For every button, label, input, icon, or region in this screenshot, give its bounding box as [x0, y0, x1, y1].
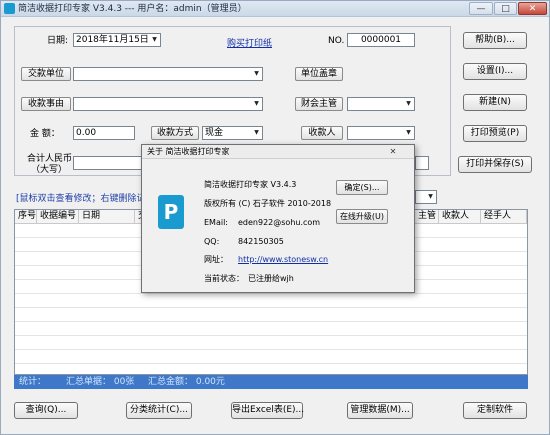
- close-button[interactable]: ✕: [518, 2, 547, 15]
- receipt-number-value: 0000001: [360, 35, 402, 45]
- about-email: eden922@sohu.com: [238, 218, 321, 227]
- handler-combo[interactable]: [415, 156, 429, 170]
- receiver-button[interactable]: 收款人: [301, 126, 343, 140]
- payer-button[interactable]: 交款单位: [21, 67, 71, 81]
- date-value: 2018年11月15日: [76, 35, 149, 45]
- summary-bar: 统计： 汇总单据： 00张 汇总金额： 0.00元: [14, 375, 528, 389]
- payment-method-value: 现金: [205, 128, 224, 138]
- query-button[interactable]: 查询(Q)...: [14, 402, 78, 419]
- chevron-down-icon: ▼: [406, 129, 411, 136]
- maximize-button[interactable]: □: [494, 2, 517, 15]
- chevron-down-icon: ▼: [254, 129, 259, 136]
- about-site-link[interactable]: http://www.stonesw.cn: [238, 255, 328, 265]
- title-bar[interactable]: 简洁收据打印专家 V3.4.3 --- 用户名：admin（管理员） — □ ✕: [1, 1, 549, 17]
- payer-combo[interactable]: ▼: [73, 67, 263, 81]
- payment-method-combo[interactable]: 现金 ▼: [202, 126, 263, 140]
- about-status-label: 当前状态：: [204, 274, 244, 283]
- amount-field[interactable]: 0.00: [73, 126, 135, 140]
- custom-software-button[interactable]: 定制软件: [463, 402, 527, 419]
- print-preview-button[interactable]: 打印预览(P): [463, 125, 527, 142]
- seal-button[interactable]: 单位盖章: [295, 67, 343, 81]
- about-copyright: 版权所有 (C) 石子软件 2010-2018: [204, 199, 332, 208]
- date-label: 日期:: [47, 36, 69, 46]
- main-window: 简洁收据打印专家 V3.4.3 --- 用户名：admin（管理员） — □ ✕…: [0, 0, 550, 435]
- chevron-down-icon: ▼: [152, 36, 157, 43]
- minimize-button[interactable]: —: [469, 2, 493, 15]
- about-ok-button[interactable]: 确定(S)...: [336, 180, 388, 195]
- about-qq: 842150305: [238, 237, 284, 246]
- about-upgrade-button[interactable]: 在线升级(U): [336, 209, 388, 224]
- amount-value: 0.00: [76, 128, 97, 138]
- about-dialog: 关于 简洁收据打印专家 ✕ P 简洁收据打印专家 V3.4.3 版权所有 (C)…: [141, 144, 415, 293]
- print-save-button[interactable]: 打印并保存(S): [458, 156, 532, 173]
- export-excel-button[interactable]: 导出Excel表(E)...: [231, 402, 304, 419]
- column-header-index[interactable]: 序号: [15, 210, 37, 224]
- about-close-button[interactable]: ✕: [377, 146, 409, 157]
- filter-combo[interactable]: ▼: [415, 190, 437, 204]
- about-site-label: 网址：: [204, 255, 228, 264]
- payment-method-button[interactable]: 收款方式: [151, 126, 199, 140]
- chevron-down-icon: ▼: [406, 100, 411, 107]
- accounting-combo[interactable]: ▼: [347, 97, 415, 111]
- date-picker[interactable]: 2018年11月15日 ▼: [73, 33, 161, 47]
- summary-count: 汇总单据： 00张: [66, 377, 135, 387]
- amount-label: 金 额：: [30, 129, 60, 139]
- about-email-label: EMail:: [204, 218, 228, 227]
- column-header-receipt-no[interactable]: 收据编号: [37, 210, 79, 224]
- no-label: NO.: [328, 36, 345, 46]
- about-dialog-title-bar[interactable]: 关于 简洁收据打印专家 ✕: [142, 145, 414, 159]
- window-title: 简洁收据打印专家 V3.4.3 --- 用户名：admin（管理员）: [18, 4, 247, 14]
- about-status-value: 已注册给wjh: [248, 274, 294, 283]
- new-button[interactable]: 新建(N): [463, 94, 527, 111]
- accounting-button[interactable]: 财会主管: [295, 97, 343, 111]
- chevron-down-icon: ▼: [254, 70, 259, 77]
- settings-button[interactable]: 设置(I)...: [463, 63, 527, 80]
- table-row[interactable]: [15, 336, 527, 350]
- rmb-words-field[interactable]: [73, 156, 145, 170]
- about-dialog-body: P 简洁收据打印专家 V3.4.3 版权所有 (C) 石子软件 2010-201…: [142, 159, 414, 292]
- app-icon: [4, 3, 15, 14]
- app-logo-icon: P: [158, 195, 184, 229]
- chevron-down-icon: ▼: [428, 193, 433, 200]
- buy-paper-link[interactable]: 购买打印纸: [227, 36, 272, 49]
- app-logo-letter: P: [163, 200, 179, 224]
- table-row[interactable]: [15, 364, 527, 374]
- reason-combo[interactable]: ▼: [73, 97, 263, 111]
- rmb-label-line1: 合计人民币: [27, 154, 73, 164]
- manage-data-button[interactable]: 管理数据(M)...: [347, 402, 413, 419]
- column-header-receiver[interactable]: 收款人: [439, 210, 481, 224]
- table-row[interactable]: [15, 294, 527, 308]
- column-header-date[interactable]: 日期: [79, 210, 135, 224]
- about-app-name: 简洁收据打印专家 V3.4.3: [204, 180, 297, 189]
- chevron-down-icon: ▼: [254, 100, 259, 107]
- column-header-supervisor[interactable]: 主管: [415, 210, 439, 224]
- reason-button[interactable]: 收款事由: [21, 97, 71, 111]
- help-button[interactable]: 帮助(B)...: [463, 32, 527, 49]
- category-stats-button[interactable]: 分类统计(C)...: [126, 402, 192, 419]
- table-row[interactable]: [15, 350, 527, 364]
- about-dialog-title: 关于 简洁收据打印专家: [147, 147, 230, 156]
- receiver-combo[interactable]: ▼: [347, 126, 415, 140]
- summary-amount: 汇总金额： 0.00元: [148, 377, 225, 387]
- column-header-handler[interactable]: 经手人: [481, 210, 527, 224]
- rmb-label-line2: （大写）: [31, 165, 68, 175]
- stats-label: 统计：: [19, 377, 47, 387]
- table-row[interactable]: [15, 322, 527, 336]
- about-qq-label: QQ:: [204, 237, 220, 246]
- receipt-number-field[interactable]: 0000001: [347, 33, 415, 47]
- table-row[interactable]: [15, 308, 527, 322]
